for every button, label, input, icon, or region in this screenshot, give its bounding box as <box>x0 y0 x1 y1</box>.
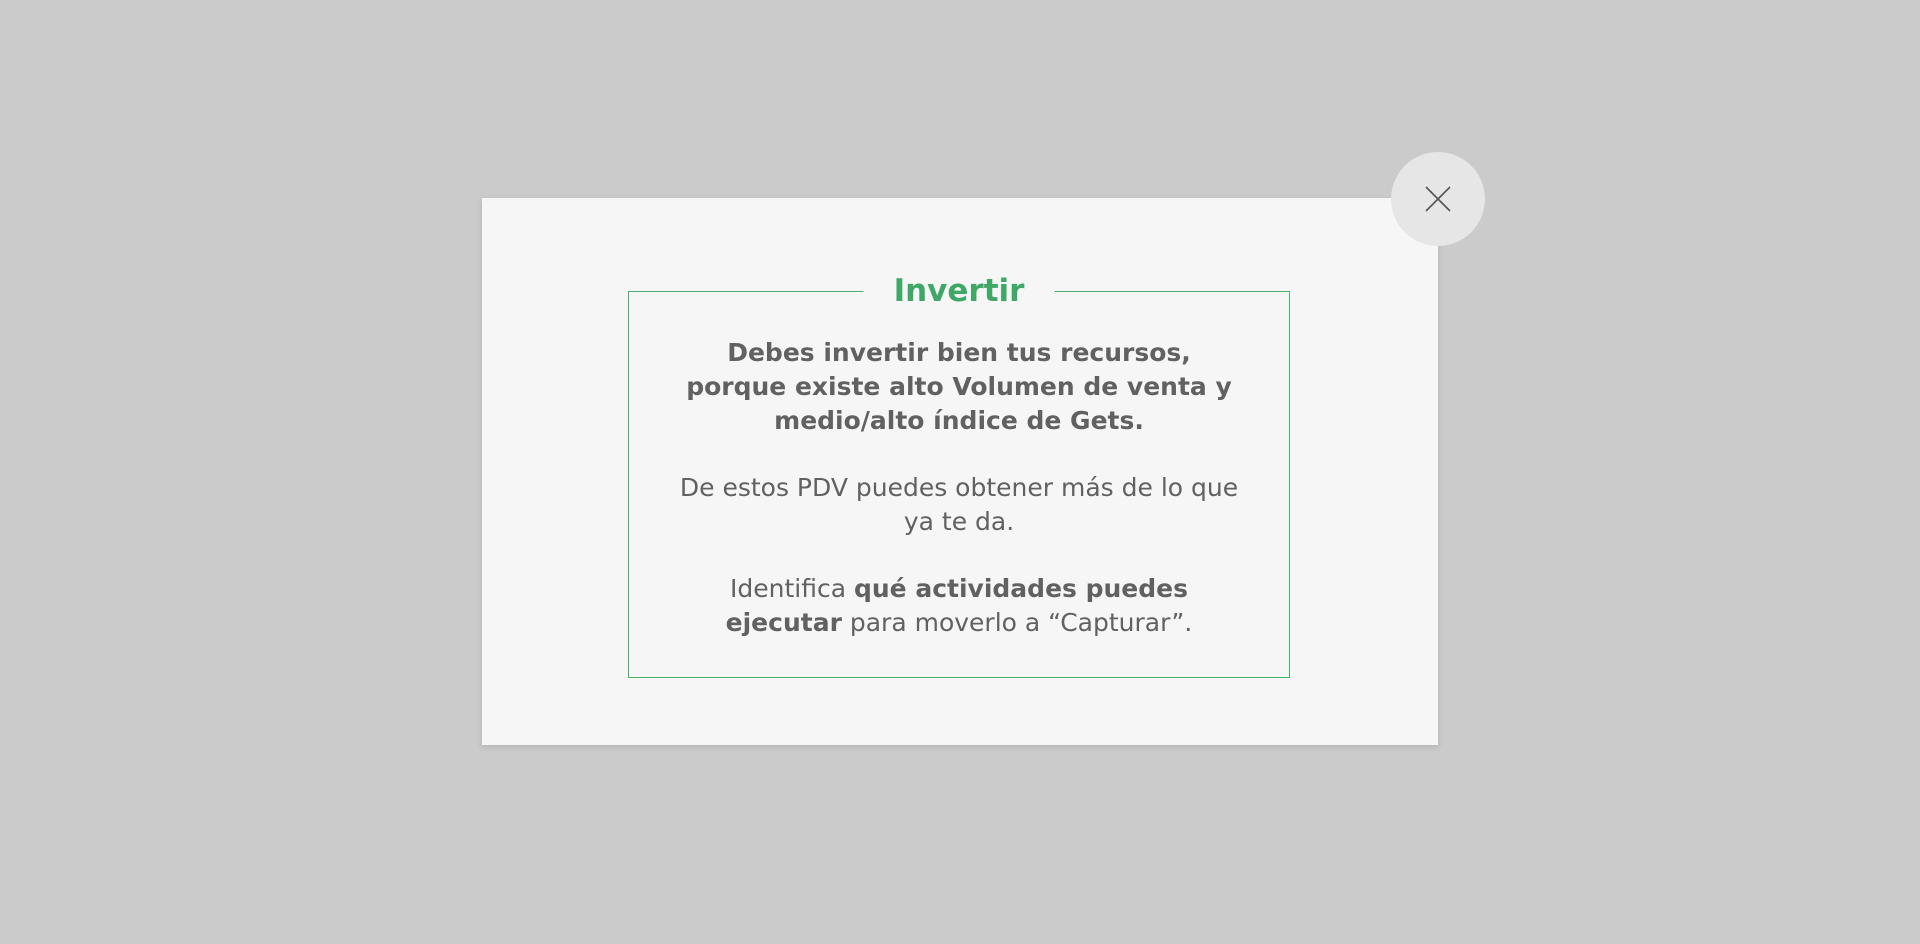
dialog-body: Debes invertir bien tus recursos, porque… <box>629 336 1289 673</box>
close-button[interactable] <box>1391 152 1485 246</box>
action-suffix: para moverlo a “Capturar”. <box>841 608 1193 637</box>
action-prefix: Identifica <box>730 574 854 603</box>
close-icon <box>1425 186 1451 212</box>
paragraph-recommendation: Debes invertir bien tus recursos, porque… <box>686 338 1232 435</box>
dialog-title: Invertir <box>863 272 1055 310</box>
paragraph-opportunity: De estos PDV puedes obtener más de lo qu… <box>679 473 1239 536</box>
paragraph-action: Identifica qué actividades puedes ejecut… <box>709 572 1209 640</box>
info-dialog: Invertir Debes invertir bien tus recurso… <box>482 198 1438 745</box>
content-frame: Invertir Debes invertir bien tus recurso… <box>628 272 1290 678</box>
